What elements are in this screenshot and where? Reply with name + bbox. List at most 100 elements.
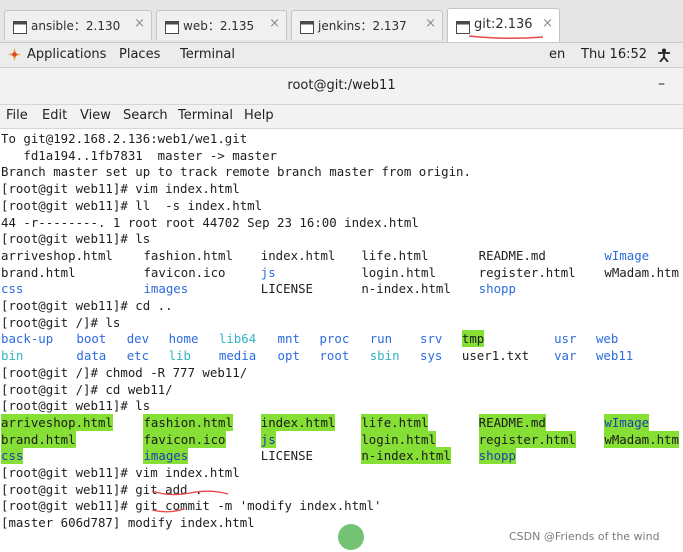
listing-entry: README.md [478, 247, 546, 263]
listing-entry: back-up [1, 331, 54, 347]
listing-entry: bin [1, 348, 24, 364]
highlighted-entry: js [260, 430, 276, 448]
applications-menu[interactable]: Applications [27, 47, 106, 62]
highlighted-entry: n-index.html [361, 447, 451, 465]
close-icon[interactable]: × [542, 16, 553, 31]
highlighted-entry: wMadam.htm [604, 430, 679, 448]
listing-entry: arriveshop.html [1, 247, 113, 263]
listing-entry: sbin [369, 348, 400, 364]
listing-entry: n-index.html [361, 281, 451, 297]
terminal-icon [456, 19, 470, 34]
terminal-line: [root@git web11]# cd .. [1, 297, 683, 314]
terminal-line: bin data etc lib media opt root sbin sys user1.tx… [1, 347, 683, 364]
terminal-text: [root@git web11]# vim index.html [1, 181, 240, 197]
terminal-text: [root@git web11]# vim index.html [1, 465, 240, 480]
terminal-icon [165, 19, 179, 34]
listing-entry: opt [277, 348, 300, 364]
listing-entry: srv [420, 331, 443, 347]
tab-bar: ansible：2.130 × web：2.135 × jenkins：2.13… [0, 0, 683, 43]
terminal-text: [master 606d787] modify index.html [1, 515, 255, 531]
listing-entry: js [260, 264, 276, 280]
highlighted-entry: login.html [361, 430, 436, 448]
listing-entry: boot [76, 331, 107, 347]
terminal-text: [root@git web11]# ls [1, 231, 151, 247]
terminal-text: [root@git /]# chmod -R 777 web11/ [1, 364, 248, 380]
close-icon[interactable]: × [134, 16, 145, 31]
highlighted-entry: arriveshop.html [1, 413, 113, 431]
highlighted-entry: tmp [461, 330, 485, 348]
menu-terminal[interactable]: Terminal [178, 108, 233, 123]
minimize-button[interactable]: – [658, 76, 665, 92]
clock[interactable]: Thu 16:52 [581, 47, 647, 62]
terminal-output[interactable]: To git@192.168.2.136:web1/we1.git fd1a19… [0, 129, 683, 552]
menu-help[interactable]: Help [244, 108, 274, 123]
listing-entry: var [554, 348, 577, 364]
listing-entry: etc [126, 348, 150, 364]
highlighted-entry: index.html [260, 413, 336, 431]
menu-view[interactable]: View [80, 108, 111, 123]
highlighted-entry: images [143, 447, 189, 465]
listing-entry: login.html [361, 264, 436, 280]
tab-ansible[interactable]: ansible：2.130 × [4, 10, 152, 40]
listing-entry: favicon.ico [143, 264, 226, 280]
highlighted-entry: css [1, 447, 24, 465]
user-accessibility-icon[interactable] [657, 48, 671, 66]
terminal-line: arriveshop.html fashion.html index.html lif… [1, 247, 683, 264]
menu-search[interactable]: Search [123, 108, 168, 123]
tab-web[interactable]: web：2.135 × [156, 10, 287, 40]
listing-entry: wImage [604, 247, 650, 263]
highlighted-entry: favicon.ico [143, 430, 226, 448]
terminal-text: To git@192.168.2.136:web1/we1.git [1, 131, 248, 146]
listing-entry: mnt [277, 331, 300, 347]
listing-entry: shopp [478, 281, 516, 297]
terminal-line: brand.html favicon.ico js login.html registe… [1, 430, 683, 448]
highlighted-entry: brand.html [1, 430, 76, 448]
terminal-line: back-up boot dev home lib64 mnt proc run srv tmp u… [1, 330, 683, 348]
listing-entry: fashion.html [143, 247, 233, 263]
terminal-line: [root@git web11]# git commit -m 'modify … [1, 497, 683, 514]
highlighted-entry: README.md [478, 413, 546, 431]
places-menu[interactable]: Places [119, 47, 160, 62]
terminal-line: [root@git /]# chmod -R 777 web11/ [1, 364, 683, 381]
close-icon[interactable]: × [269, 16, 280, 31]
tab-label: git:2.136 [474, 17, 533, 32]
listing-entry: proc [319, 331, 350, 347]
tab-label: ansible：2.130 [31, 19, 121, 33]
terminal-line: arriveshop.html fashion.html index.html lif… [1, 413, 683, 431]
terminal-line: css images LICENSE n-index.html shopp [1, 280, 683, 297]
highlighted-entry: shopp [478, 447, 516, 465]
listing-entry: css [1, 281, 24, 297]
terminal-line: css images LICENSE n-index.html shopp [1, 447, 683, 465]
listing-entry: lib64 [218, 331, 257, 347]
terminal-line: [root@git web11]# ls [1, 230, 683, 247]
terminal-line: [root@git /]# cd web11/ [1, 381, 683, 398]
window-title-bar: root@git:/web11 – [0, 68, 683, 105]
tab-label: jenkins：2.137 [318, 19, 407, 33]
tab-jenkins[interactable]: jenkins：2.137 × [291, 10, 443, 40]
listing-entry: root [319, 348, 350, 364]
listing-entry: data [76, 348, 107, 364]
menu-file[interactable]: File [6, 108, 28, 123]
highlighted-entry: fashion.html [143, 413, 233, 431]
terminal-text: [root@git web11]# git commit -m 'modify … [1, 498, 382, 514]
terminal-line: 44 -r--------. 1 root root 44702 Sep 23 … [1, 214, 683, 231]
language-indicator[interactable]: en [549, 47, 565, 62]
menu-edit[interactable]: Edit [42, 108, 67, 123]
listing-entry: lib [168, 348, 191, 364]
listing-entry: register.html [478, 264, 576, 280]
terminal-line: [root@git web11]# ls [1, 397, 683, 414]
listing-entry: images [143, 281, 189, 297]
applications-icon [8, 48, 21, 65]
listing-entry: wMadam.htm [604, 264, 679, 280]
terminal-text: fd1a194..1fb7831 master -> master [1, 147, 278, 163]
listing-entry: LICENSE [260, 281, 313, 297]
close-icon[interactable]: × [425, 16, 436, 31]
listing-entry: sys [420, 348, 443, 364]
terminal-text: Branch master set up to track remote bra… [1, 164, 471, 180]
red-underline-annotation [151, 508, 185, 513]
terminal-line: fd1a194..1fb7831 master -> master [1, 147, 683, 164]
cursor-indicator [338, 524, 364, 550]
terminal-menu[interactable]: Terminal [180, 47, 235, 62]
terminal-icon [300, 19, 314, 34]
red-underline-annotation [151, 490, 229, 496]
